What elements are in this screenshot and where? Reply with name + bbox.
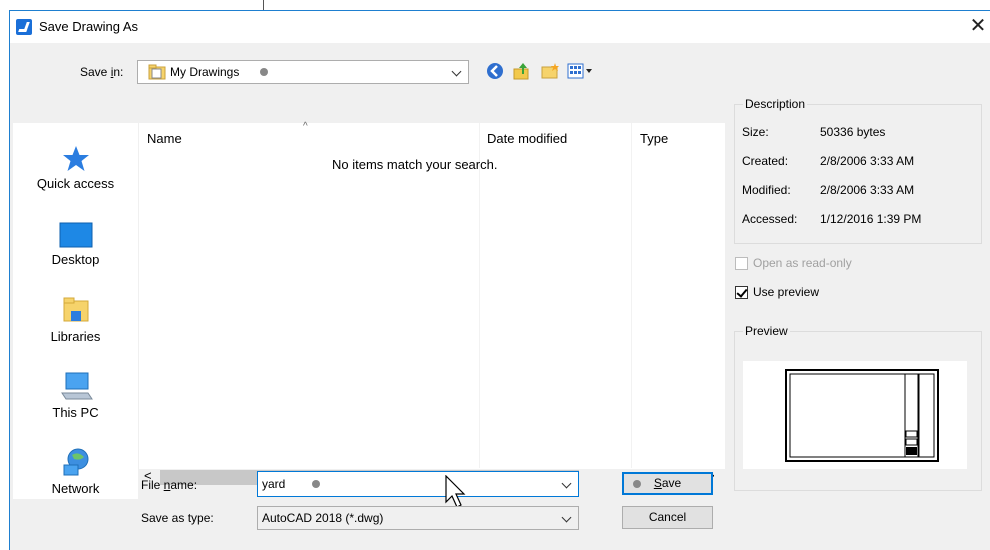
save-as-type-label: Save as type:	[141, 511, 214, 525]
check-icon	[736, 286, 748, 298]
dialog-body: Save in: My Drawings Quick access Deskto…	[10, 43, 990, 550]
chevron-down-icon[interactable]	[561, 478, 572, 489]
column-divider	[631, 123, 632, 468]
up-folder-icon[interactable]	[512, 61, 532, 81]
place-libraries[interactable]: Libraries	[13, 295, 138, 344]
save-as-type-value: AutoCAD 2018 (*.dwg)	[262, 511, 384, 525]
desc-modified-value: 2/8/2006 3:33 AM	[820, 183, 915, 197]
chevron-down-icon[interactable]	[561, 512, 572, 523]
desc-created-value: 2/8/2006 3:33 AM	[820, 154, 915, 168]
save-button[interactable]: Save	[622, 472, 713, 495]
use-preview-label: Use preview	[753, 285, 820, 299]
file-name-label: File name:	[141, 478, 198, 492]
place-this-pc[interactable]: This PC	[13, 371, 138, 420]
desc-size-label: Size:	[742, 125, 769, 139]
preview-title: Preview	[743, 324, 790, 338]
sort-arrow-icon: ^	[303, 121, 308, 132]
folder-icon	[148, 64, 166, 80]
place-label: Quick access	[36, 176, 115, 191]
libraries-icon	[63, 297, 88, 322]
new-folder-icon[interactable]	[541, 62, 561, 80]
network-icon	[63, 448, 88, 476]
place-quick-access[interactable]: Quick access	[13, 144, 138, 191]
open-read-only-label: Open as read-only	[753, 256, 852, 270]
place-label: Libraries	[50, 329, 101, 344]
desc-size-value: 50336 bytes	[820, 125, 886, 139]
star-icon	[62, 146, 89, 171]
file-name-value: yard	[262, 477, 286, 491]
place-label: This PC	[52, 405, 99, 420]
save-in-value: My Drawings	[170, 65, 240, 79]
desc-modified-label: Modified:	[742, 183, 791, 197]
save-in-dropdown[interactable]: My Drawings	[137, 60, 469, 84]
title-bar: Save Drawing As ✕	[10, 11, 990, 43]
use-preview-checkbox[interactable]	[735, 286, 748, 299]
mouse-cursor-icon	[445, 475, 466, 508]
column-header-name[interactable]: Name	[147, 131, 182, 146]
desc-accessed-label: Accessed:	[742, 212, 798, 226]
description-title: Description	[743, 97, 808, 111]
place-label: Desktop	[51, 252, 100, 267]
column-divider	[479, 123, 480, 468]
column-header-date-modified[interactable]: Date modified	[487, 131, 567, 146]
back-icon[interactable]	[486, 62, 504, 80]
column-header-type[interactable]: Type	[640, 131, 668, 146]
desc-created-label: Created:	[742, 154, 789, 168]
save-in-label: Save in:	[80, 65, 124, 79]
place-desktop[interactable]: Desktop	[13, 222, 138, 267]
close-icon[interactable]: ✕	[967, 15, 989, 37]
desc-accessed-value: 1/12/2016 1:39 PM	[820, 212, 922, 226]
view-menu-icon[interactable]	[567, 62, 593, 80]
cancel-button[interactable]: Cancel	[622, 506, 713, 529]
save-drawing-dialog: Save Drawing As ✕ Save in: My Drawings Q…	[9, 10, 990, 550]
window-title: Save Drawing As	[39, 19, 138, 34]
chevron-down-icon[interactable]	[451, 66, 462, 77]
file-list[interactable]: Name ^ Date modified Type No items match…	[139, 121, 725, 486]
computer-icon	[60, 372, 93, 400]
empty-message: No items match your search.	[332, 157, 498, 172]
file-name-input[interactable]: yard	[257, 471, 579, 497]
desktop-icon	[59, 222, 92, 248]
place-label: Network	[51, 481, 100, 496]
save-as-type-dropdown[interactable]: AutoCAD 2018 (*.dwg)	[257, 506, 579, 530]
place-network[interactable]: Network	[13, 447, 138, 496]
drawing-preview-image	[743, 361, 967, 469]
callout-dot-file-name	[312, 480, 320, 488]
callout-dot-save	[633, 480, 641, 488]
callout-dot-save-in	[260, 68, 268, 76]
app-logo-icon	[16, 19, 32, 35]
open-read-only-checkbox[interactable]	[735, 257, 748, 270]
